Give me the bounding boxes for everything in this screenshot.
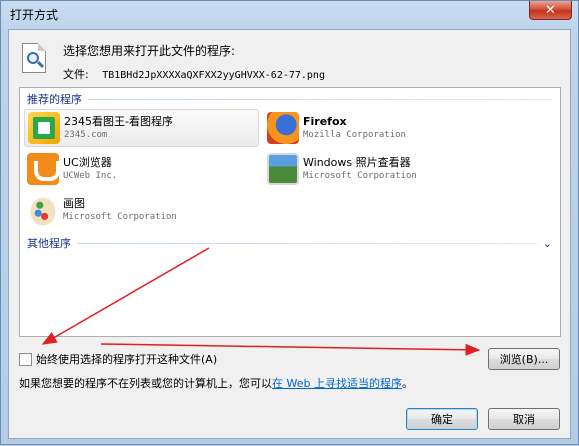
cancel-button[interactable]: 取消 <box>488 408 560 430</box>
ok-button-label: 确定 <box>431 413 453 426</box>
program-item-paint[interactable]: 画图 Microsoft Corporation <box>24 191 259 229</box>
program-name: UC浏览器 <box>63 156 112 169</box>
browse-button[interactable]: 浏览(B)... <box>488 348 560 370</box>
other-programs-label: 其他程序 <box>27 237 71 250</box>
program-item-firefox[interactable]: Firefox Mozilla Corporation <box>264 109 499 147</box>
program-company: Microsoft Corporation <box>63 212 177 222</box>
recommended-label: 推荐的程序 <box>27 93 82 106</box>
dialog-prompt: 选择您想用来打开此文件的程序: <box>63 44 236 58</box>
close-button[interactable]: ✕ <box>529 1 572 20</box>
recommended-group-header: 推荐的程序 <box>27 92 552 106</box>
always-use-row[interactable]: 始终使用选择的程序打开这种文件(A) <box>19 351 217 367</box>
program-item-uc-browser[interactable]: UC浏览器 UCWeb Inc. <box>24 150 259 188</box>
cancel-button-label: 取消 <box>513 413 535 426</box>
program-list[interactable]: 推荐的程序 2345看图王-看图程序 2345.com Firefox Mozi… <box>19 87 561 337</box>
info-row: 如果您想要的程序不在列表或您的计算机上，您可以在 Web 上寻找适当的程序。 <box>19 375 413 391</box>
program-name: Firefox <box>303 115 347 128</box>
program-item-photo-viewer[interactable]: Windows 照片查看器 Microsoft Corporation <box>264 150 499 188</box>
web-search-link[interactable]: 在 Web 上寻找适当的程序 <box>272 377 402 390</box>
always-use-label: 始终使用选择的程序打开这种文件(A) <box>36 353 218 366</box>
program-name: 画图 <box>63 197 85 210</box>
program-name: Windows 照片查看器 <box>303 156 411 169</box>
info-text: 如果您想要的程序不在列表或您的计算机上，您可以 <box>19 377 272 390</box>
other-programs-header[interactable]: 其他程序 ⌄ <box>27 236 552 251</box>
paint-icon <box>27 194 59 226</box>
title-bar[interactable]: 打开方式 ✕ <box>1 1 578 29</box>
file-label: 文件: <box>63 68 89 81</box>
always-use-checkbox[interactable] <box>19 352 32 366</box>
file-search-icon <box>22 43 46 73</box>
info-suffix: 。 <box>401 377 413 390</box>
program-item-2345[interactable]: 2345看图王-看图程序 2345.com <box>24 109 259 147</box>
open-with-dialog: 打开方式 ✕ 选择您想用来打开此文件的程序: 文件: TB1BHd2JpXXXX… <box>0 0 579 445</box>
group-divider <box>77 242 537 244</box>
browse-button-label: 浏览(B)... <box>499 353 549 366</box>
window-title: 打开方式 <box>10 8 59 22</box>
dialog-content: 选择您想用来打开此文件的程序: 文件: TB1BHd2JpXXXXaQXFXX2… <box>8 29 571 439</box>
close-icon: ✕ <box>545 2 556 18</box>
program-name: 2345看图王-看图程序 <box>64 115 173 128</box>
program-company: 2345.com <box>64 130 108 140</box>
file-name: TB1BHd2JpXXXXaQXFXX2yyGHVXX-62-77.png <box>102 70 325 81</box>
ok-button[interactable]: 确定 <box>406 408 478 430</box>
file-line: 文件: TB1BHd2JpXXXXaQXFXX2yyGHVXX-62-77.pn… <box>63 66 325 82</box>
photo-viewer-icon <box>267 153 299 185</box>
program-company: Microsoft Corporation <box>303 171 417 181</box>
firefox-icon <box>267 112 299 144</box>
group-divider <box>88 98 552 100</box>
program-company: Mozilla Corporation <box>303 130 406 140</box>
program-company: UCWeb Inc. <box>63 171 118 181</box>
uc-browser-icon <box>27 153 60 185</box>
2345-viewer-icon <box>28 112 60 144</box>
chevron-down-icon[interactable]: ⌄ <box>543 237 552 250</box>
